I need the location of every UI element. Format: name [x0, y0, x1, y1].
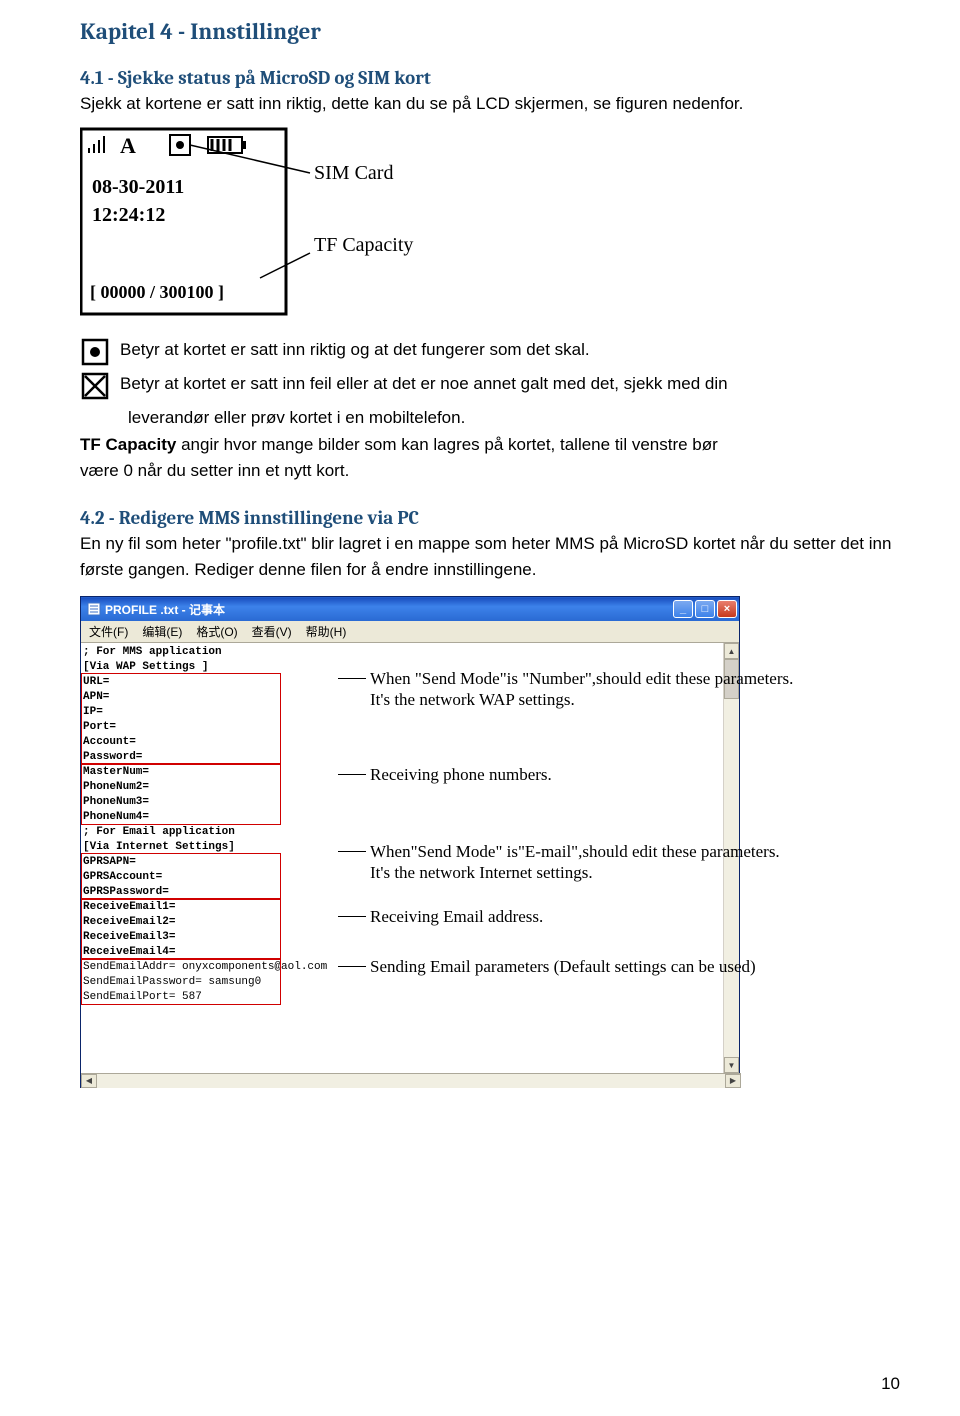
- section-heading-4.1: 4.1 - Sjekke status på MicroSD og SIM ko…: [80, 67, 900, 89]
- svg-text:A: A: [120, 133, 136, 158]
- tf-capacity-paragraph: TF Capacity angir hvor mange bilder som …: [80, 432, 900, 458]
- annotation-phone: Receiving phone numbers.: [370, 764, 930, 785]
- menu-edit[interactable]: 编辑(E): [138, 622, 186, 641]
- editor-line: ReceiveEmail3=: [83, 930, 721, 945]
- chapter-heading: Kapitel 4 - Innstillinger: [80, 18, 900, 45]
- lcd-svg: A 08-30-2011 12:24:12 [ 00000 / 300100 ]…: [80, 123, 500, 323]
- scroll-right-icon[interactable]: ▶: [725, 1074, 741, 1088]
- scrollbar-horizontal[interactable]: ◀ ▶: [81, 1073, 741, 1087]
- svg-text:SIM Card: SIM Card: [314, 162, 393, 184]
- menubar: 文件(F) 编辑(E) 格式(O) 查看(V) 帮助(H): [81, 621, 739, 643]
- lcd-figure: A 08-30-2011 12:24:12 [ 00000 / 300100 ]…: [80, 123, 900, 323]
- editor-line: Account=: [83, 735, 721, 750]
- menu-view[interactable]: 查看(V): [248, 622, 296, 641]
- section-intro: Sjekk at kortene er satt inn riktig, det…: [80, 91, 900, 117]
- sim-fail-icon: [80, 371, 110, 401]
- menu-file[interactable]: 文件(F): [85, 622, 132, 641]
- notepad-annotation-wrapper: PROFILE .txt - 记事本 _ □ × 文件(F) 编辑(E) 格式(…: [80, 596, 900, 1088]
- icon-fail-text: Betyr at kortet er satt inn feil eller a…: [120, 371, 728, 397]
- scroll-up-icon[interactable]: ▲: [724, 643, 739, 659]
- editor-line: Port=: [83, 720, 721, 735]
- titlebar: PROFILE .txt - 记事本 _ □ ×: [81, 597, 739, 621]
- svg-text:08-30-2011: 08-30-2011: [92, 176, 184, 198]
- minimize-button[interactable]: _: [673, 600, 693, 618]
- editor-line: ; For Email application: [83, 825, 721, 840]
- svg-text:[ 00000 / 300100 ]: [ 00000 / 300100 ]: [90, 282, 224, 302]
- menu-help[interactable]: 帮助(H): [302, 622, 351, 641]
- editor-line: GPRSPassword=: [83, 885, 721, 900]
- icon-ok-text: Betyr at kortet er satt inn riktig og at…: [120, 337, 590, 363]
- annotation-gprs: When"Send Mode" is"E-mail",should edit t…: [370, 841, 930, 884]
- editor-line: ; For MMS application: [83, 645, 721, 660]
- tf-capacity-label: TF Capacity: [80, 435, 176, 454]
- editor-line: PhoneNum4=: [83, 810, 721, 825]
- section2-paragraph: En ny fil som heter "profile.txt" blir l…: [80, 531, 900, 582]
- scroll-left-icon[interactable]: ◀: [81, 1074, 97, 1088]
- maximize-button[interactable]: □: [695, 600, 715, 618]
- tf-cap-text1: angir hvor mange bilder som kan lagres p…: [176, 435, 717, 454]
- menu-format[interactable]: 格式(O): [192, 622, 241, 641]
- scroll-down-icon[interactable]: ▼: [724, 1057, 739, 1073]
- annotation-recv-email: Receiving Email address.: [370, 906, 930, 927]
- annotation-wap: When "Send Mode"is "Number",should edit …: [370, 668, 930, 711]
- section-heading-4.2: 4.2 - Redigere MMS innstillingene via PC: [80, 507, 900, 529]
- sim-ok-icon: [80, 337, 110, 367]
- editor-line: SendEmailPort= 587: [83, 990, 721, 1005]
- svg-text:TF Capacity: TF Capacity: [314, 234, 413, 256]
- svg-text:12:24:12: 12:24:12: [92, 204, 165, 226]
- icon-ok-row: Betyr at kortet er satt inn riktig og at…: [80, 337, 900, 367]
- annotation-send-email: Sending Email parameters (Default settin…: [370, 956, 930, 977]
- window-title: PROFILE .txt - 记事本: [105, 601, 225, 618]
- page-number: 10: [881, 1374, 900, 1394]
- editor-line: PhoneNum3=: [83, 795, 721, 810]
- icon-fail-continuation: leverandør eller prøv kortet i en mobilt…: [128, 405, 900, 431]
- close-button[interactable]: ×: [717, 600, 737, 618]
- icon-fail-row: Betyr at kortet er satt inn feil eller a…: [80, 371, 900, 401]
- tf-cap-text2: være 0 når du setter inn et nytt kort.: [80, 458, 900, 484]
- editor-line: SendEmailPassword= samsung0: [83, 975, 721, 990]
- editor-line: Password=: [83, 750, 721, 765]
- notepad-icon: [87, 602, 101, 616]
